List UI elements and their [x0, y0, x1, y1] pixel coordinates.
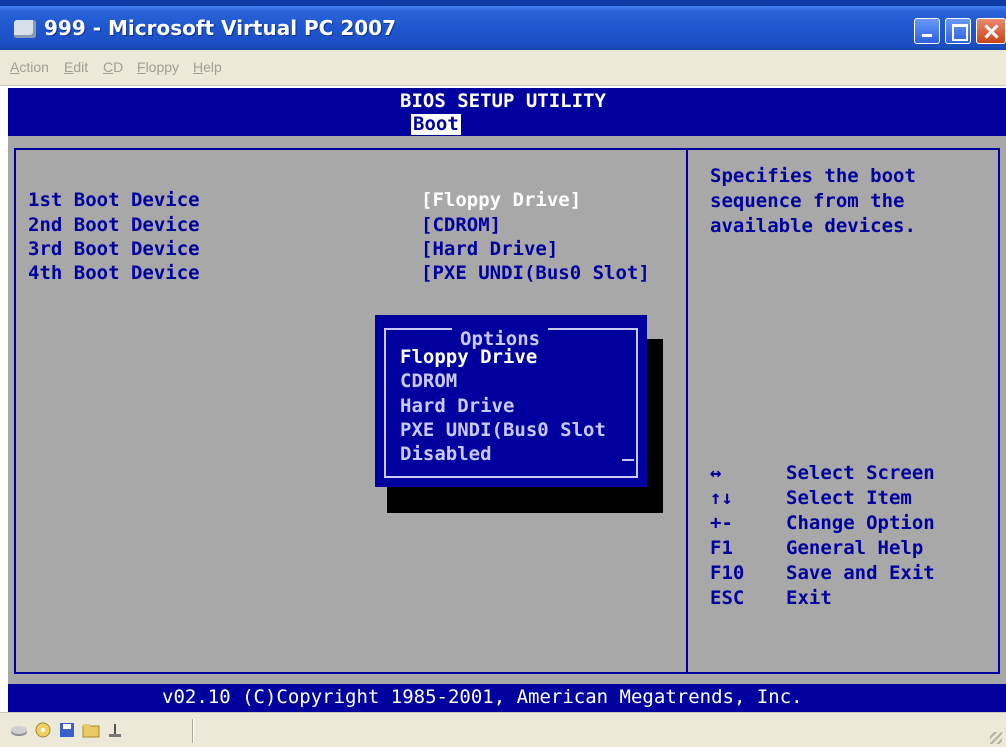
network-icon[interactable] [10, 722, 28, 738]
option-disabled[interactable]: Disabled [400, 443, 492, 465]
boot-device-3-label[interactable]: 3rd Boot Device [28, 238, 200, 260]
cd-icon[interactable] [34, 722, 52, 738]
menu-action[interactable]: Action [10, 59, 49, 75]
help-description: Specifies the boot sequence from the ava… [710, 165, 916, 237]
key-legend-save-exit: F10 Save and Exit [710, 562, 935, 584]
boot-device-1-label[interactable]: 1st Boot Device [28, 189, 200, 211]
menu-floppy[interactable]: Floppy [137, 59, 179, 75]
key-legend-general-help: F1 General Help [710, 537, 924, 559]
key-legend-select-screen: ↔ Select Screen [710, 462, 935, 484]
bios-footer: v02.10 (C)Copyright 1985-2001, American … [8, 684, 1006, 712]
option-pxe[interactable]: PXE UNDI(Bus0 Slot [400, 419, 606, 441]
boot-device-2-value[interactable]: [CDROM] [421, 214, 501, 236]
title-bar[interactable]: 999 - Microsoft Virtual PC 2007 [0, 0, 1006, 50]
bios-title: BIOS SETUP UTILITY [400, 90, 606, 112]
boot-device-2-label[interactable]: 2nd Boot Device [28, 214, 200, 236]
folder-icon[interactable] [82, 722, 100, 738]
status-separator [192, 719, 194, 743]
boot-device-4-label[interactable]: 4th Boot Device [28, 262, 200, 284]
options-popup[interactable]: Options Floppy Drive CDROM Hard Drive PX… [375, 315, 647, 487]
usb-icon[interactable] [106, 722, 124, 738]
key-legend-select-item: ↑↓ Select Item [710, 487, 912, 509]
menu-bar: Action Edit CD Floppy Help [0, 50, 1006, 86]
arrows-vertical-icon: ↑↓ [710, 487, 733, 509]
option-floppy-drive[interactable]: Floppy Drive [400, 346, 537, 368]
maximize-button[interactable] [945, 18, 971, 44]
resize-grip-icon[interactable] [990, 732, 1002, 744]
bios-header: BIOS SETUP UTILITY Boot [8, 88, 1006, 136]
panel-divider [686, 148, 688, 674]
key-legend-change-option: +- Change Option [710, 512, 935, 534]
boot-device-3-value[interactable]: [Hard Drive] [421, 238, 558, 260]
boot-device-4-value[interactable]: [PXE UNDI(Bus0 Slot] [421, 262, 650, 284]
arrows-horizontal-icon: ↔ [710, 462, 722, 484]
option-cdrom[interactable]: CDROM [400, 370, 457, 392]
menu-help[interactable]: Help [193, 59, 222, 75]
floppy-icon[interactable] [58, 722, 76, 738]
minimize-button[interactable] [914, 18, 940, 44]
virtual-pc-icon [14, 20, 36, 38]
menu-edit[interactable]: Edit [64, 59, 88, 75]
menu-cd[interactable]: CD [103, 59, 123, 75]
key-legend-exit: ESC Exit [710, 587, 832, 609]
bios-screen[interactable]: BIOS SETUP UTILITY Boot 1st Boot Device … [8, 88, 1006, 712]
window-title: 999 - Microsoft Virtual PC 2007 [44, 16, 396, 40]
close-button[interactable] [976, 18, 1006, 44]
status-bar [0, 712, 1006, 747]
option-hard-drive[interactable]: Hard Drive [400, 395, 514, 417]
scroll-indicator [622, 459, 634, 461]
copyright-text: v02.10 (C)Copyright 1985-2001, American … [162, 686, 803, 708]
boot-device-1-value[interactable]: [Floppy Drive] [421, 189, 581, 211]
tab-boot[interactable]: Boot [411, 114, 461, 135]
